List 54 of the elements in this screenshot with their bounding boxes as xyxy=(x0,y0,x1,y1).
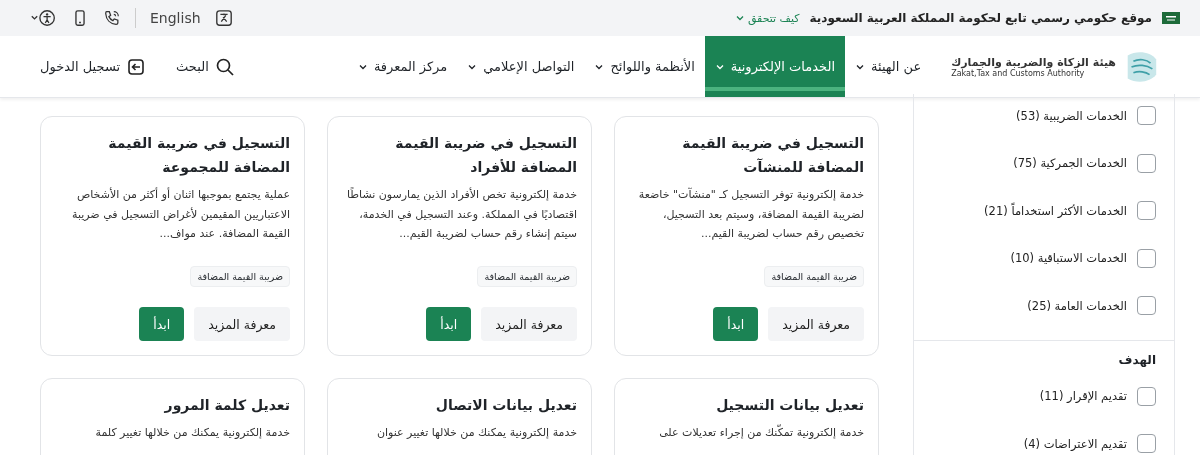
service-title: التسجيل في ضريبة القيمة المضافة للأفراد xyxy=(394,134,577,178)
verify-link[interactable]: كيف تتحقق xyxy=(734,11,800,25)
start-button[interactable]: ابدأ xyxy=(426,307,472,341)
filter-checkbox[interactable] xyxy=(1137,434,1156,454)
service-description: خدمة إلكترونية يمكنك من خلالها تغيير عنوان xyxy=(375,425,577,441)
service-title: تعديل كلمة المرور xyxy=(163,396,290,416)
filter-checkbox[interactable] xyxy=(1137,201,1156,221)
service-title: التسجيل في ضريبة القيمة المضافة للمجموعة xyxy=(107,134,290,178)
search-button[interactable]: البحث xyxy=(176,56,235,77)
language-link[interactable]: English xyxy=(150,10,201,26)
search-icon xyxy=(214,56,235,77)
phone-call-icon[interactable] xyxy=(103,9,121,27)
filter-group-title: الهدف xyxy=(1117,351,1156,369)
service-description: خدمة إلكترونية توفر التسجيل كـ "منشآت" خاضعة لضريبة القيمة المضافة، وسيتم بعد التسجيل، تخصيص رقم حساب لضريبة القيم... xyxy=(637,186,864,242)
organization-name: هيئة الزكاة والضريبة والجمارك xyxy=(951,55,1116,69)
filter-checkbox[interactable] xyxy=(1137,153,1156,173)
filter-checkbox[interactable] xyxy=(1137,248,1156,268)
chevron-down-icon xyxy=(734,13,745,23)
service-description: عملية يجتمع بموجبها اثنان أو أكثر من الأشخاص الاعتباريين المقيمين لأغراض التسجيل في ضريبة القيمة المضافة. عند مواف... xyxy=(71,186,290,242)
learn-more-button[interactable]: معرفة المزيد xyxy=(481,307,577,341)
service-description: خدمة إلكترونية يمكنك من خلالها تغيير كلمة xyxy=(94,425,290,441)
service-tag: ضريبة القيمة المضافة xyxy=(477,266,577,287)
translate-icon[interactable] xyxy=(214,9,233,27)
filter-label: الخدمات الأكثر استخداماً (21) xyxy=(984,203,1127,218)
service-title: التسجيل في ضريبة القيمة المضافة للمنشآت xyxy=(681,134,864,177)
filter-checkbox[interactable] xyxy=(1137,386,1156,406)
official-site-notice: موقع حكومي رسمي تابع لحكومة المملكة العربية السعودية xyxy=(809,11,1152,25)
filter-label: تقديم الاعتراضات (4) xyxy=(1023,436,1127,451)
filter-label: الخدمات العامة (25) xyxy=(1027,298,1127,313)
service-tag: ضريبة القيمة المضافة xyxy=(764,266,864,287)
filter-label: الخدمات الاستباقية (10) xyxy=(1010,251,1127,266)
learn-more-button[interactable]: معرفة المزيد xyxy=(194,307,290,341)
nav-menu-item[interactable]: الأنظمة واللوائح xyxy=(584,36,705,97)
accessibility-icon[interactable] xyxy=(30,9,57,27)
filter-checkbox[interactable] xyxy=(1137,296,1156,316)
service-description: خدمة إلكترونية تمكّنك من إجراء تعديلات على xyxy=(658,423,864,441)
flag-icon xyxy=(1162,12,1180,24)
nav-menu-item[interactable]: مركز المعرفة xyxy=(347,36,458,97)
filter-label: تقديم الإقرار (11) xyxy=(1039,389,1127,404)
learn-more-button[interactable]: معرفة المزيد xyxy=(768,307,864,341)
filter-label: الخدمات الجمركية (75) xyxy=(1013,156,1127,171)
nav-menu-item[interactable]: عن الهيئة xyxy=(845,36,932,97)
organization-name-english: Zakat,Tax and Customs Authority xyxy=(951,68,1085,78)
start-button[interactable]: ابدأ xyxy=(713,307,759,341)
service-tag: ضريبة القيمة المضافة xyxy=(190,266,290,287)
filter-label: الخدمات الضريبية (53) xyxy=(1016,108,1127,123)
login-button[interactable]: تسجيل الدخول xyxy=(40,56,147,77)
filter-checkbox[interactable] xyxy=(1137,106,1156,126)
service-title: تعديل بيانات الاتصال xyxy=(434,396,577,415)
nav-menu-item[interactable]: الخدمات الإلكترونية xyxy=(704,36,845,97)
nav-menu-item[interactable]: التواصل الإعلامي xyxy=(457,36,585,97)
start-button[interactable]: ابدأ xyxy=(139,307,185,341)
service-description: خدمة إلكترونية تخص الأفراد الذين يمارسون نشاطًا اقتصاديًا في المملكة. وعند التسجيل في الخدمة، سيتم إنشاء رقم حساب لضريبة القيم... xyxy=(345,186,577,242)
service-title: تعديل بيانات التسجيل xyxy=(715,396,864,415)
